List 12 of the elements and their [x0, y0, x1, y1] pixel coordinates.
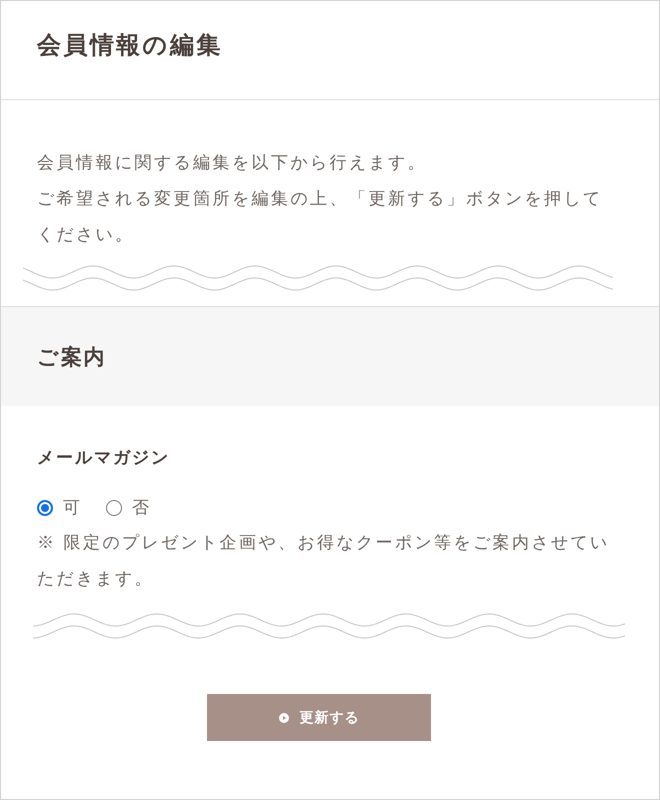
- note-text: ※ 限定のプレゼント企画や、お得なクーポン等をご案内させていただきます。: [37, 532, 611, 590]
- update-button[interactable]: 更新する: [207, 694, 431, 741]
- radio-button[interactable]: [37, 500, 53, 516]
- radio-label[interactable]: 可: [63, 496, 82, 520]
- section-heading: ご案内: [37, 344, 106, 370]
- play-circle-icon: [278, 712, 288, 722]
- radio-label[interactable]: 否: [132, 496, 151, 520]
- page-title: 会員情報の編集: [37, 31, 224, 61]
- intro-text: ご希望される変更箇所を編集の上、「更新する」ボタンを押してください。: [37, 188, 604, 246]
- radio-button[interactable]: [106, 500, 122, 516]
- field-label: メールマガジン: [37, 447, 171, 469]
- intro-text: 会員情報に関する編集を以下から行えます。: [37, 152, 428, 174]
